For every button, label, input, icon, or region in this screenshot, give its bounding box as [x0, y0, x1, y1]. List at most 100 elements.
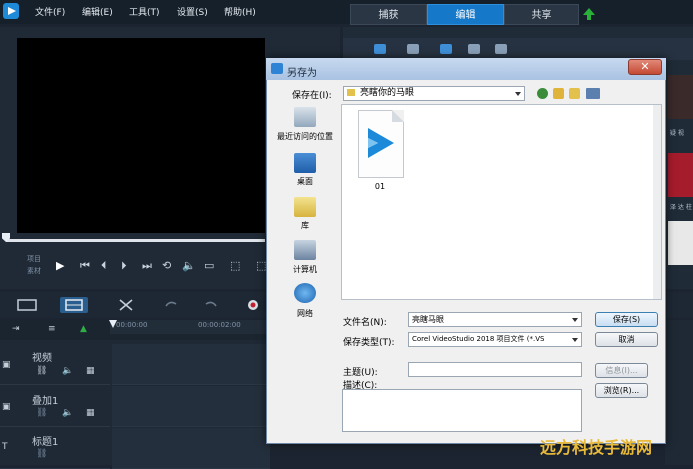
media-icon[interactable] — [374, 44, 386, 54]
menu-file[interactable]: 文件(F) — [35, 5, 65, 18]
redo-icon[interactable] — [198, 297, 226, 313]
place-network[interactable]: 网络 — [270, 308, 340, 319]
upload-icon[interactable] — [583, 8, 595, 20]
info-button[interactable]: 信息(I)... — [595, 363, 648, 378]
snapshot-icon[interactable]: ⬚ — [256, 259, 266, 272]
place-recent[interactable]: 最近访问的位置 — [270, 131, 340, 142]
timeline-ruler[interactable]: 00:00:00 00:00:02:00 — [110, 320, 270, 334]
watermark: 远方科技手游网 — [540, 438, 653, 457]
link-icon[interactable]: ⛓ — [36, 449, 47, 459]
volume-icon[interactable]: 🔈 — [182, 259, 196, 272]
audio-filter-icon[interactable] — [495, 44, 507, 54]
timeline-right-area — [665, 320, 693, 465]
playhead-icon[interactable] — [109, 320, 117, 328]
overlay-track-lane[interactable] — [112, 386, 270, 427]
tab-share[interactable]: 共享 — [504, 4, 579, 25]
thumb-label: 疑 视 — [670, 130, 684, 137]
recent-places-icon[interactable] — [294, 107, 316, 127]
desktop-icon[interactable] — [294, 153, 316, 173]
prev-frame-icon[interactable]: ⏴ — [101, 259, 107, 273]
link-icon[interactable]: ⛓ — [36, 408, 47, 418]
place-desktop[interactable]: 桌面 — [270, 176, 340, 187]
menu-edit[interactable]: 编辑(E) — [82, 5, 113, 18]
clip-mode-label[interactable]: 素材 — [27, 266, 41, 276]
mute-icon[interactable]: 🔈 — [62, 366, 73, 376]
link-icon[interactable]: ⛓ — [36, 366, 47, 376]
next-frame-icon[interactable]: ⏵ — [121, 259, 127, 273]
add-marker-icon[interactable]: ▲ — [80, 324, 87, 334]
menu-settings[interactable]: 设置(S) — [177, 5, 208, 18]
video-track-icon: ▣ — [2, 360, 11, 370]
subject-input[interactable] — [408, 362, 582, 377]
record-icon[interactable] — [240, 297, 268, 313]
title-track-lane[interactable] — [112, 428, 270, 469]
chapter-icon[interactable]: ≡ — [48, 324, 56, 334]
library-icon[interactable] — [294, 197, 316, 217]
tab-capture[interactable]: 捕获 — [350, 4, 427, 25]
save-button[interactable]: 保存(S) — [595, 312, 658, 327]
browse-button[interactable]: 浏览(R)... — [595, 383, 648, 398]
resize-icon[interactable]: ⬚ — [230, 259, 240, 272]
thumb-label: 泽 达 柱 — [670, 204, 692, 211]
back-icon[interactable] — [537, 88, 548, 99]
ruler-time: 00:00:00 — [116, 321, 148, 329]
track-header-video — [0, 344, 110, 385]
dialog-title-bar[interactable] — [266, 58, 666, 80]
save-in-dropdown[interactable]: 亮瞎你的马眼 — [343, 86, 525, 101]
filetype-dropdown[interactable]: Corel VideoStudio 2018 项目文件 (*.VS — [408, 332, 582, 347]
play-icon[interactable]: ▶ — [56, 259, 64, 272]
track-manager-icon[interactable]: ⇥ — [12, 324, 20, 334]
video-filter-icon[interactable] — [440, 44, 452, 54]
thumbnail[interactable] — [668, 75, 693, 119]
new-folder-icon[interactable] — [569, 88, 580, 99]
dialog-title: 另存为 — [287, 68, 317, 79]
filename-input[interactable]: 亮瞎马眼 — [408, 312, 582, 327]
go-end-icon[interactable]: ⏭ — [142, 259, 152, 273]
close-button[interactable]: ✕ — [628, 59, 662, 75]
project-mode-label[interactable]: 项目 — [27, 254, 41, 264]
place-computer[interactable]: 计算机 — [270, 264, 340, 275]
ripple-icon[interactable]: ▦ — [86, 408, 95, 418]
videostudio-file-icon — [366, 128, 396, 158]
track-name-video: 视频 — [32, 353, 52, 364]
image-filter-icon[interactable] — [468, 44, 480, 54]
file-list-scrollbar[interactable] — [653, 105, 661, 299]
tools-icon[interactable] — [112, 297, 140, 313]
filetype-label: 保存类型(T): — [343, 338, 395, 348]
chevron-down-icon — [515, 92, 521, 96]
go-start-icon[interactable]: ⏮ — [80, 259, 90, 273]
network-icon[interactable] — [294, 283, 316, 303]
save-in-label: 保存在(I): — [292, 91, 332, 101]
computer-icon[interactable] — [294, 240, 316, 260]
description-input[interactable] — [342, 389, 582, 432]
menu-help[interactable]: 帮助(H) — [224, 5, 256, 18]
tab-edit[interactable]: 编辑 — [427, 4, 504, 25]
mute-icon[interactable]: 🔈 — [62, 408, 73, 418]
up-folder-icon[interactable] — [553, 88, 564, 99]
chevron-down-icon — [572, 318, 578, 322]
repeat-icon[interactable]: ⟲ — [162, 259, 171, 272]
chevron-down-icon — [572, 338, 578, 342]
library-toolbar — [343, 38, 693, 60]
track-name-title: 标题1 — [32, 437, 59, 448]
menu-tools[interactable]: 工具(T) — [129, 5, 160, 18]
ripple-icon[interactable]: ▦ — [86, 366, 95, 376]
hd-icon[interactable]: ▭ — [204, 259, 214, 272]
file-name[interactable]: 01 — [368, 182, 392, 191]
place-library[interactable]: 库 — [270, 220, 340, 231]
filename-value: 亮瞎马眼 — [412, 315, 444, 324]
library-thumbnails — [668, 75, 693, 275]
storyboard-view-icon[interactable] — [14, 297, 42, 313]
cancel-button[interactable]: 取消 — [595, 332, 658, 347]
preview-window — [17, 38, 265, 233]
folder-icon[interactable] — [407, 44, 419, 54]
undo-icon[interactable] — [156, 297, 184, 313]
video-track-lane[interactable] — [112, 344, 270, 385]
timeline-view-icon[interactable] — [60, 297, 88, 313]
filename-label: 文件名(N): — [343, 318, 387, 328]
thumbnail[interactable] — [668, 153, 693, 197]
scrubber-track[interactable] — [6, 239, 265, 242]
thumbnail[interactable] — [668, 221, 693, 265]
view-menu-icon[interactable] — [586, 88, 600, 99]
save-in-value: 亮瞎你的马眼 — [360, 88, 415, 98]
